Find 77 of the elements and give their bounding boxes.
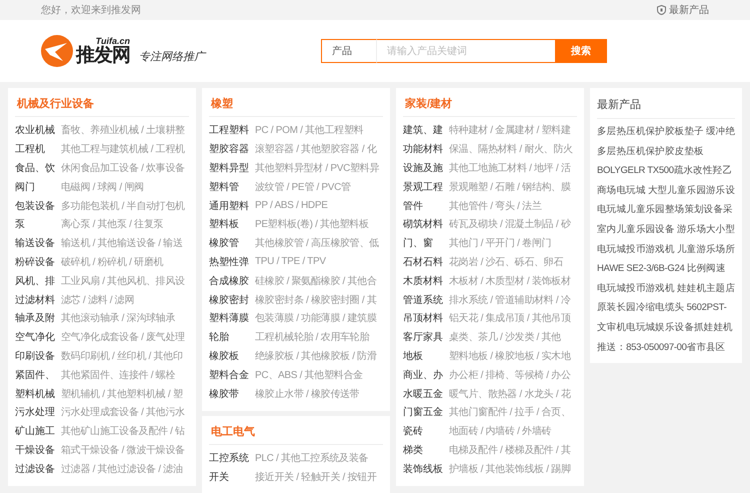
category-label[interactable]: 通用塑料: [209, 198, 251, 213]
category-label[interactable]: 门窗五金: [403, 405, 445, 420]
product-link[interactable]: 电玩城投币游戏机 儿童游乐场所: [597, 240, 735, 260]
category-label[interactable]: 食品、饮: [15, 160, 57, 175]
category-label[interactable]: 农业机械: [15, 123, 57, 138]
category-label[interactable]: 景观工程: [403, 180, 445, 194]
category-label[interactable]: 瓷砖: [403, 424, 445, 438]
category-label[interactable]: 干燥设备: [15, 442, 57, 457]
latest-products-link[interactable]: 最新产品: [669, 3, 709, 17]
category-label[interactable]: 地板: [403, 348, 445, 363]
product-link[interactable]: 商场电玩城 大型儿童乐园游乐设: [597, 180, 735, 200]
category-label[interactable]: 过滤设备: [15, 462, 57, 476]
product-link[interactable]: 多层热压机保护胶板垫子 缓冲绝: [597, 122, 735, 142]
category-label[interactable]: 热塑性弹: [209, 254, 251, 269]
category-label[interactable]: 商业、办: [403, 368, 445, 382]
category-label[interactable]: 门、窗: [403, 236, 445, 250]
product-link[interactable]: 原装长园冷缩电缆头 5602PST-: [597, 298, 735, 318]
category-label[interactable]: 管道系统: [403, 292, 445, 307]
category-label[interactable]: 橡胶管: [209, 236, 251, 250]
category-label[interactable]: 阀门: [15, 180, 57, 194]
category-label[interactable]: 包装设备: [15, 198, 57, 213]
category-label[interactable]: 橡胶板: [209, 348, 251, 363]
category-label[interactable]: 工程机: [15, 142, 57, 156]
category-label[interactable]: 塑料板: [209, 217, 251, 232]
category-label[interactable]: 装饰线板: [403, 462, 445, 476]
logo-icon: [41, 35, 73, 67]
category-label[interactable]: 设施及施: [403, 160, 445, 175]
category-label[interactable]: 工程塑料: [209, 123, 251, 138]
category-label[interactable]: 砌筑材料: [403, 217, 445, 232]
category-label[interactable]: 功能材料: [403, 142, 445, 156]
category-label[interactable]: 工控系统: [209, 451, 251, 466]
category-label[interactable]: 风机、排: [15, 274, 57, 288]
category-label[interactable]: 塑料异型: [209, 160, 251, 175]
category-label[interactable]: 粉碎设备: [15, 254, 57, 269]
product-link[interactable]: 多层热压机保护胶皮垫板: [597, 142, 735, 162]
category-label[interactable]: 梯类: [403, 442, 445, 457]
category-label[interactable]: 塑料管: [209, 180, 251, 194]
product-link[interactable]: 推送：853-050097-00省市县区: [597, 338, 735, 358]
category-label[interactable]: 水暖五金: [403, 386, 445, 401]
category-label[interactable]: 橡胶带: [209, 386, 251, 401]
category-label[interactable]: 轮胎: [209, 330, 251, 344]
category-label[interactable]: 客厅家具: [403, 330, 445, 344]
logo-name: 推发网: [76, 46, 130, 65]
category-label[interactable]: 泵: [15, 217, 57, 232]
category-label[interactable]: 塑胶容器: [209, 142, 251, 156]
category-label[interactable]: 污水处理: [15, 405, 57, 420]
category-label[interactable]: 吊顶材料: [403, 311, 445, 326]
latest-title: 最新产品: [597, 92, 735, 119]
category-label[interactable]: 过滤材料: [15, 292, 57, 307]
product-link[interactable]: 电玩城儿童乐园整场策划设备采: [597, 200, 735, 220]
search-field[interactable]: 请输入产品关键词: [377, 39, 555, 63]
category-label[interactable]: 塑料合金: [209, 368, 251, 382]
category-label[interactable]: 轴承及附: [15, 311, 57, 326]
category-label[interactable]: 空气净化: [15, 330, 57, 344]
category-label[interactable]: 石材石料: [403, 254, 445, 269]
product-link[interactable]: 室内儿童乐园设备 游乐场大小型: [597, 220, 735, 240]
category-label[interactable]: 建筑、建: [403, 123, 445, 138]
category-label[interactable]: 紧固件、: [15, 368, 57, 382]
shield-icon: [657, 5, 666, 15]
category-label[interactable]: 开关: [209, 470, 251, 484]
category-label[interactable]: 输送设备: [15, 236, 57, 250]
logo-domain: Tuifa.cn: [96, 37, 130, 46]
category-label[interactable]: 塑料薄膜: [209, 311, 251, 326]
category-label[interactable]: 矿山施工: [15, 424, 57, 438]
product-link[interactable]: 电玩城投币游戏机 娃娃机主题店: [597, 278, 735, 298]
slogan: 专注网络推广: [139, 50, 205, 64]
category-label[interactable]: 合成橡胶: [209, 274, 251, 288]
product-link[interactable]: BOLYGELR TX500疏水改性羟乙: [597, 161, 735, 181]
category-label[interactable]: 塑料机械: [15, 386, 57, 401]
category-label[interactable]: 橡胶密封: [209, 292, 251, 307]
product-link[interactable]: HAWE SE2-3/6B-G24 比例阀速: [597, 259, 735, 279]
category-label[interactable]: 木质材料: [403, 274, 445, 288]
greeting-text: 您好，欢迎来到推发网: [41, 4, 141, 17]
category-select[interactable]: 产品: [321, 39, 377, 63]
product-link[interactable]: 文审机电玩城娱乐设备抓娃娃机: [597, 318, 735, 338]
category-label[interactable]: 管件: [403, 198, 445, 213]
category-label[interactable]: 印刷设备: [15, 348, 57, 363]
